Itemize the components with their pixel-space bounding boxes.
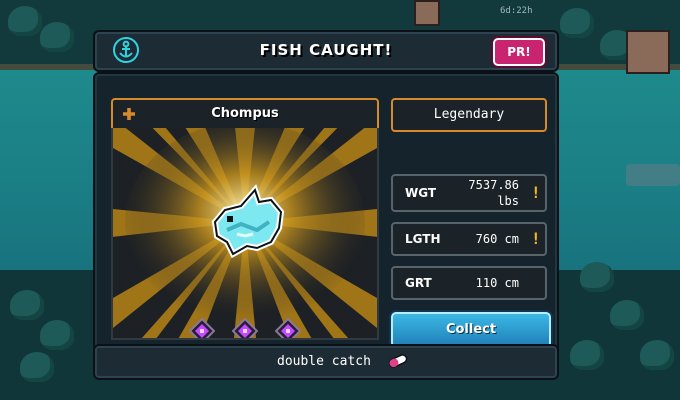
shrine-structure bbox=[626, 30, 670, 74]
girth-stat: GRT 110 cm bbox=[391, 266, 547, 300]
weight-value: 7537.86 bbox=[468, 178, 519, 192]
tree bbox=[8, 6, 42, 36]
dialog-body: Chompus Legendary WGT 7537.86 lbs ! LGTH… bbox=[93, 72, 559, 368]
weight-unit: lbs bbox=[497, 194, 519, 208]
tree bbox=[640, 340, 674, 370]
faded-hud-panel bbox=[626, 164, 680, 186]
rarity-star-icon bbox=[275, 318, 301, 338]
length-label: LGTH bbox=[405, 232, 441, 246]
tree bbox=[610, 300, 644, 330]
tree bbox=[40, 320, 74, 350]
fish-caught-dialog: FISH CAUGHT! PR! Chompus Legendary WGT 7… bbox=[93, 30, 559, 380]
rarity-star-icon bbox=[189, 318, 215, 338]
collect-button[interactable]: Collect bbox=[391, 312, 551, 348]
personal-record-badge: PR! bbox=[493, 38, 545, 66]
dialog-title: FISH CAUGHT! bbox=[259, 41, 393, 59]
dialog-header: FISH CAUGHT! PR! bbox=[93, 30, 559, 72]
alert-icon: ! bbox=[531, 183, 541, 202]
weight-stat: WGT 7537.86 lbs ! bbox=[391, 174, 547, 212]
rarity-stars bbox=[113, 312, 377, 338]
fish-portrait bbox=[111, 128, 379, 340]
length-stat: LGTH 760 cm ! bbox=[391, 222, 547, 256]
fish-name-bar: Chompus bbox=[111, 98, 379, 132]
girth-value: 110 cm bbox=[475, 276, 519, 290]
tree bbox=[40, 22, 74, 52]
tree bbox=[10, 290, 44, 320]
pill-icon bbox=[388, 354, 408, 368]
tree bbox=[560, 8, 594, 38]
signpost bbox=[414, 0, 440, 26]
fish-name: Chompus bbox=[211, 106, 279, 121]
alert-icon: ! bbox=[531, 229, 541, 248]
perk-text: double catch bbox=[277, 354, 371, 369]
timer-text: 6d:22h bbox=[500, 6, 533, 16]
girth-label: GRT bbox=[405, 276, 432, 290]
weight-label: WGT bbox=[405, 186, 437, 200]
fish-sprite bbox=[211, 184, 285, 259]
tree bbox=[580, 262, 614, 292]
length-value: 760 cm bbox=[475, 232, 519, 246]
tree bbox=[570, 340, 604, 370]
rarity-label: Legendary bbox=[391, 98, 547, 132]
rarity-star-icon bbox=[232, 318, 258, 338]
tree bbox=[20, 352, 54, 382]
perk-bar: double catch bbox=[93, 344, 559, 380]
